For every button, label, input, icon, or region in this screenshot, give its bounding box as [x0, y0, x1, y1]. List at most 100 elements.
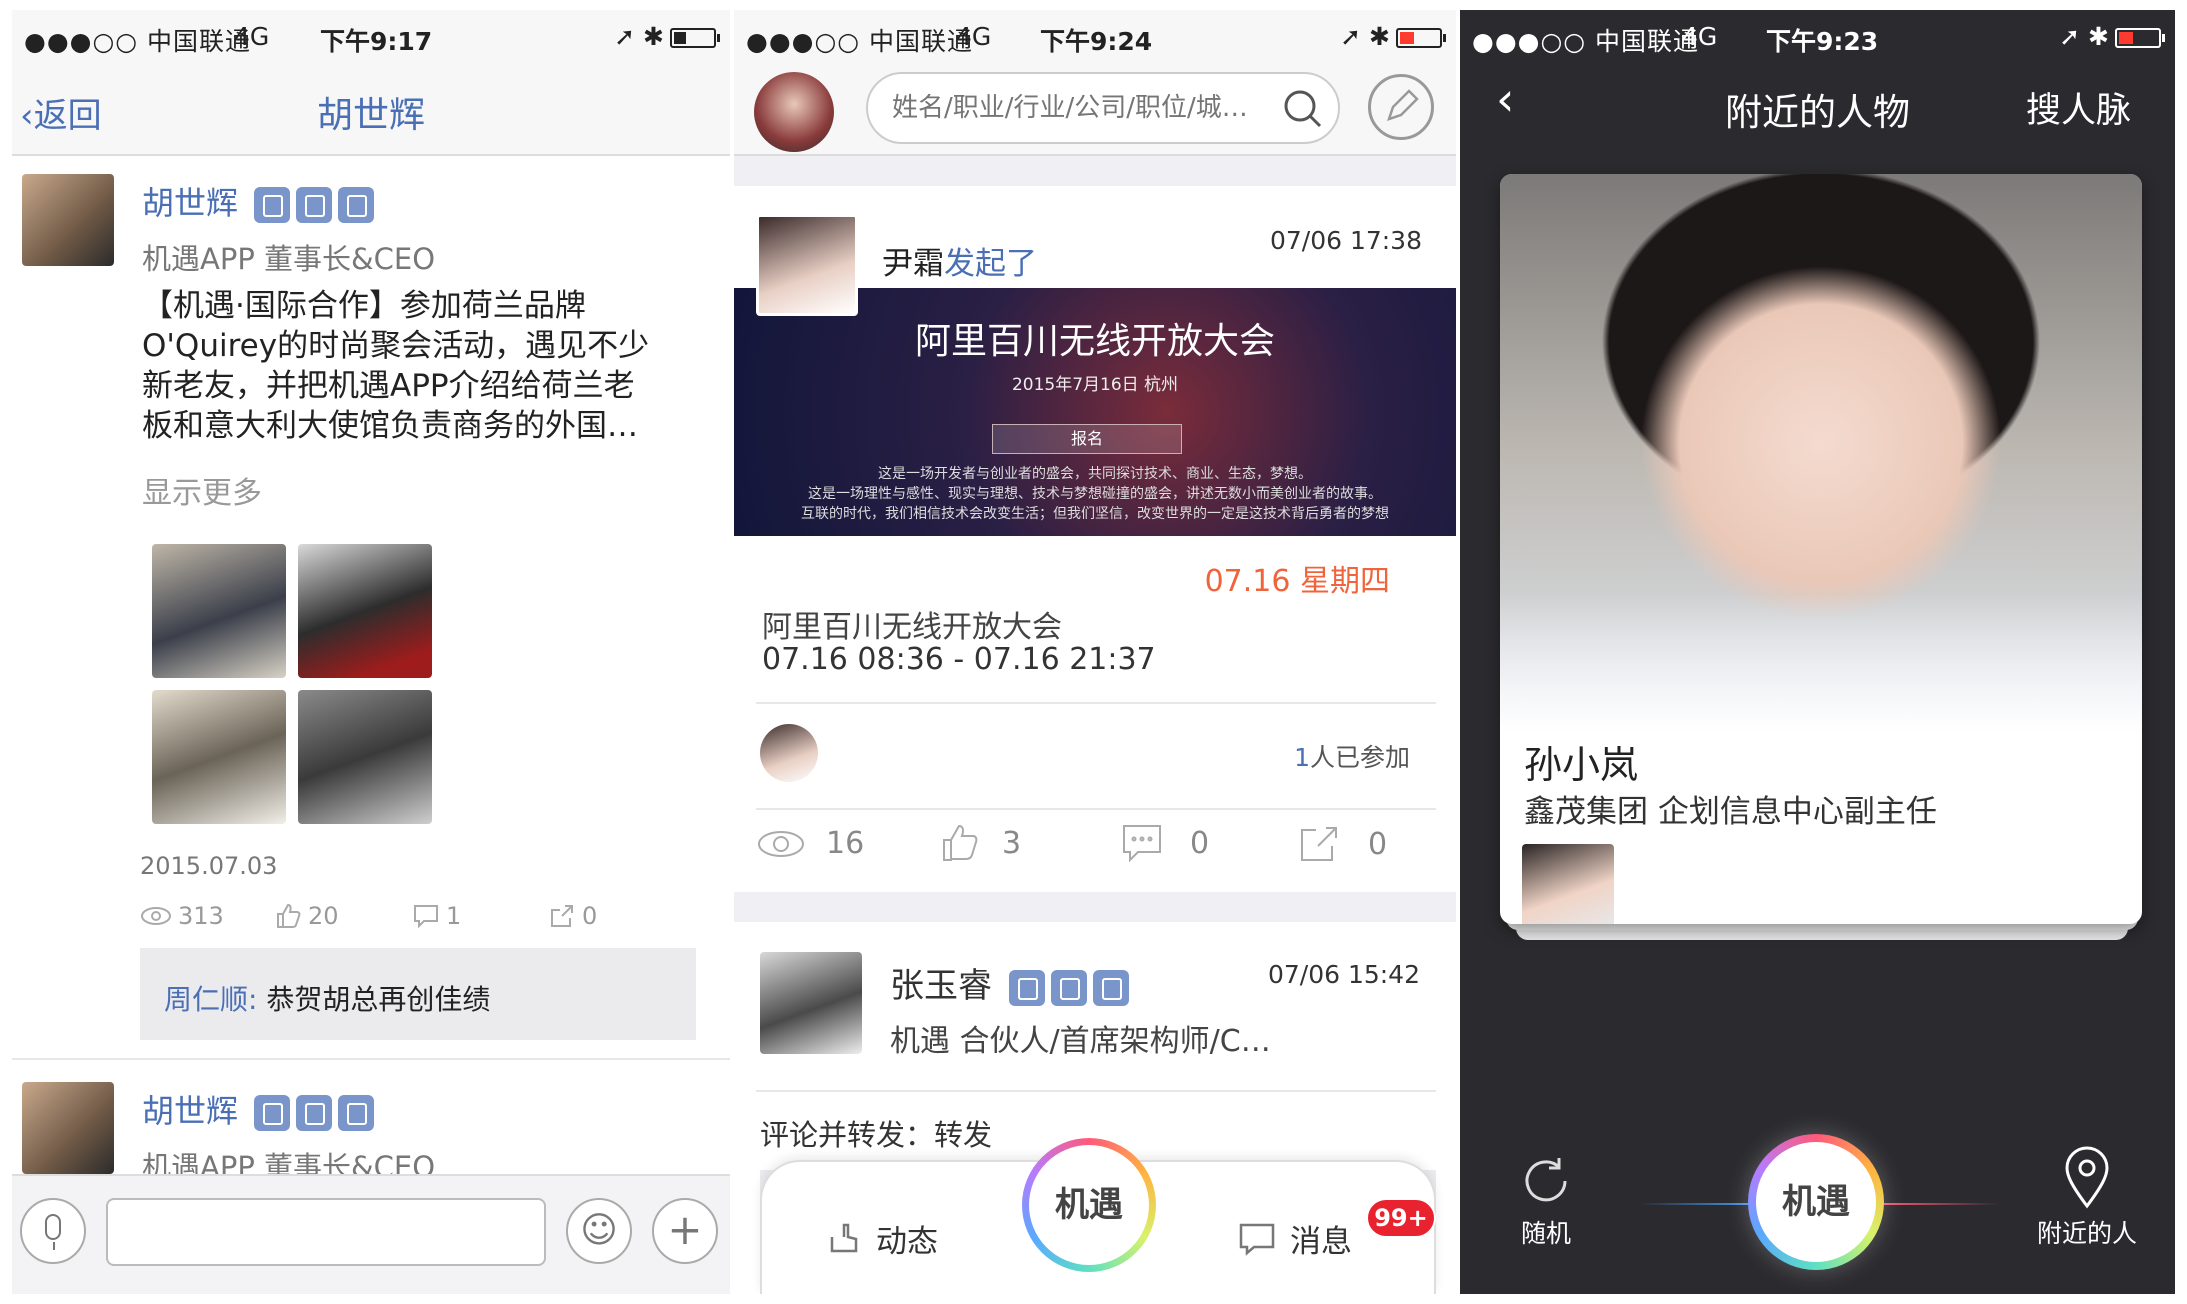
status-bar: ●●●○○ 中国联通 4G 下午9:17 ➚ ✱: [12, 10, 730, 60]
compose-icon[interactable]: [1368, 74, 1434, 140]
avatar[interactable]: [22, 1082, 114, 1174]
post-author[interactable]: 胡世辉: [142, 1086, 375, 1132]
banner-signup-button[interactable]: 报名: [992, 424, 1182, 454]
comment-box: 周仁顺: 恭贺胡总再创佳绩: [140, 948, 696, 1040]
person-thumbnail[interactable]: [1522, 844, 1614, 924]
random-button[interactable]: 随机: [1506, 1152, 1586, 1250]
post-subtitle: 机遇 合伙人/首席架构师/C…: [890, 1024, 1271, 1059]
eye-icon: [758, 830, 804, 857]
banner-title: 阿里百川无线开放大会: [914, 321, 1275, 362]
message-input[interactable]: [106, 1198, 546, 1266]
search-box[interactable]: [866, 72, 1340, 144]
user-avatar[interactable]: [754, 72, 834, 152]
page-title: 胡世辉: [316, 95, 425, 136]
comment-user[interactable]: 周仁顺:: [164, 983, 257, 1016]
status-bar: ●●●○○ 中国联通 4G 下午9:23 ➚ ✱: [1460, 10, 2175, 60]
share-icon: [551, 905, 573, 927]
profile-screen: ●●●○○ 中国联通 4G 下午9:17 ➚ ✱ ‹返回 胡世辉 胡世辉 机遇A…: [12, 10, 730, 1294]
divider: [756, 808, 1436, 810]
card-verified-icon: [1050, 969, 1087, 1006]
divider: [756, 1090, 1436, 1092]
signal-carrier: ●●●○○ 中国联通: [24, 27, 252, 56]
share-button[interactable]: 0: [1298, 822, 1387, 866]
status-time: 下午9:23: [1766, 27, 1879, 56]
post-photo[interactable]: [298, 544, 432, 678]
id-verified-icon: [338, 1095, 375, 1131]
hand-icon: [830, 1223, 858, 1252]
input-bar: ☺ +: [12, 1174, 730, 1294]
divider: [12, 1058, 730, 1060]
views-stat: 313: [140, 902, 224, 930]
message-badge: 99+: [1366, 1198, 1436, 1238]
battery-icon: [1396, 28, 1446, 48]
tab-messages[interactable]: 消息: [1238, 1216, 1352, 1261]
divider: [756, 702, 1436, 704]
search-icon[interactable]: [1282, 88, 1324, 130]
banner-description: 这是一场开发者与创业者的盛会，共同探讨技术、商业、生态，梦想。 这是一场理性与感…: [801, 466, 1389, 522]
header-bar: [734, 60, 1456, 156]
photo-fade: [1500, 594, 2142, 734]
event-day: 07.16 星期四: [1204, 564, 1390, 599]
plus-icon[interactable]: +: [652, 1198, 718, 1264]
person-card[interactable]: 孙小岚 鑫茂集团 企划信息中心副主任: [1500, 174, 2142, 924]
status-icons: ➚ ✱: [2059, 22, 2165, 51]
network-type: 4G: [956, 22, 992, 51]
search-input[interactable]: [892, 88, 1272, 128]
message-icon: [1239, 1223, 1275, 1256]
status-bar: ●●●○○ 中国联通 4G 下午9:24 ➚ ✱: [734, 10, 1456, 60]
signal-carrier: ●●●○○ 中国联通: [1472, 27, 1700, 56]
post-timestamp: 07/06 15:42: [1267, 960, 1420, 989]
center-jiyu-button[interactable]: 机遇: [1022, 1138, 1156, 1272]
post-photo[interactable]: [298, 690, 432, 824]
avatar[interactable]: [756, 214, 858, 316]
event-banner[interactable]: 阿里百川无线开放大会 2015年7月16日 杭州 报名 这是一场开发者与创业者的…: [734, 288, 1456, 536]
share-button[interactable]: 0: [548, 902, 597, 930]
feed-screen: ●●●○○ 中国联通 4G 下午9:24 ➚ ✱ 尹霜发起了 07/06 17:…: [734, 10, 1456, 1294]
event-name: 阿里百川无线开放大会: [762, 610, 1062, 645]
event-author: 尹霜发起了: [882, 246, 1037, 282]
comment-text: 恭贺胡总再创佳绩: [266, 983, 491, 1016]
show-more-link[interactable]: 显示更多: [142, 468, 262, 512]
comment-button[interactable]: 1: [412, 902, 461, 930]
status-icons: ➚ ✱: [614, 22, 720, 51]
microphone-icon[interactable]: [20, 1198, 86, 1264]
post-subtitle: 机遇APP 董事长&CEO: [142, 242, 436, 276]
emoji-icon[interactable]: ☺: [566, 1198, 632, 1264]
share-icon: [1301, 827, 1337, 861]
nearby-people-button[interactable]: 附近的人: [2024, 1146, 2150, 1250]
avatar[interactable]: [22, 174, 114, 266]
post-photo[interactable]: [152, 690, 286, 824]
comment-icon: [414, 905, 438, 929]
like-button[interactable]: 20: [274, 902, 339, 930]
eye-icon: [141, 907, 171, 925]
id-verified-icon: [338, 187, 375, 223]
network-type: 4G: [1682, 22, 1718, 51]
person-name: 孙小岚: [1524, 743, 1639, 787]
participant-avatar[interactable]: [760, 724, 818, 782]
id-verified-icon: [1092, 969, 1129, 1006]
network-type: 4G: [234, 22, 270, 51]
avatar[interactable]: [760, 952, 862, 1054]
signal-carrier: ●●●○○ 中国联通: [746, 27, 974, 56]
battery-icon: [670, 28, 720, 48]
joined-count[interactable]: 1人已参加: [1294, 738, 1410, 774]
post-author[interactable]: 胡世辉: [142, 178, 375, 224]
search-contacts-link[interactable]: 搜人脉: [2026, 82, 2131, 133]
card-verified-icon: [296, 187, 333, 223]
tab-feed[interactable]: 动态: [826, 1216, 938, 1261]
phone-verified-icon: [254, 187, 291, 223]
event-card[interactable]: 尹霜发起了 07/06 17:38 阿里百川无线开放大会 2015年7月16日 …: [734, 186, 1456, 892]
center-jiyu-button[interactable]: 机遇: [1748, 1134, 1884, 1270]
comment-button[interactable]: 0: [1120, 822, 1209, 864]
phone-verified-icon: [254, 1095, 291, 1131]
event-timestamp: 07/06 17:38: [1269, 226, 1422, 255]
like-button[interactable]: 3: [940, 822, 1021, 864]
post-photo[interactable]: [152, 544, 286, 678]
person-title: 鑫茂集团 企划信息中心副主任: [1524, 794, 1937, 830]
post-comment: 评论并转发：转发: [760, 1118, 993, 1152]
post-author[interactable]: 张玉睿: [890, 958, 1129, 1007]
thumbs-up-icon: [943, 824, 978, 861]
thumbs-up-icon: [277, 903, 301, 928]
refresh-icon: [1525, 1158, 1567, 1202]
location-pin-icon: [2065, 1146, 2109, 1209]
